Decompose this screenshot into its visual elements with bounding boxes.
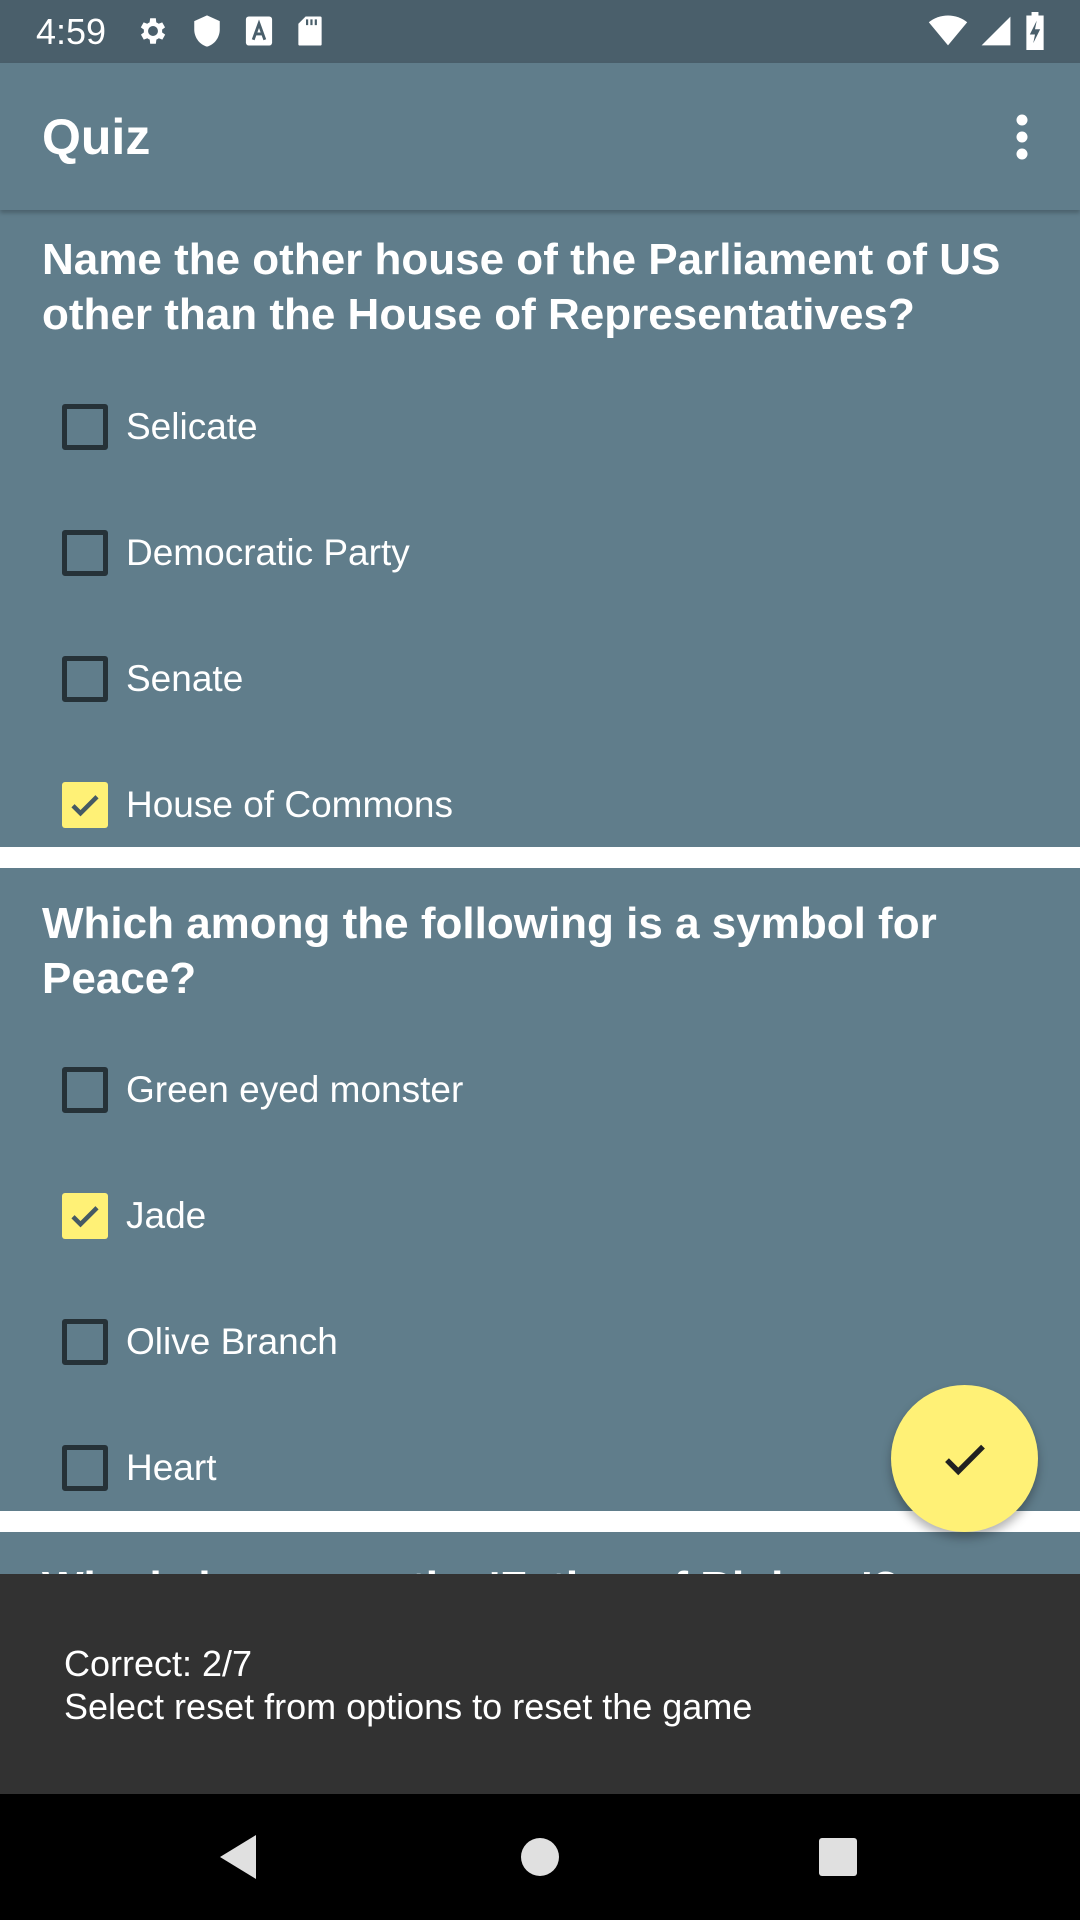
option-checkbox[interactable]: Democratic Party	[42, 508, 742, 598]
checkbox[interactable]	[62, 1319, 108, 1365]
option-label: Jade	[126, 1195, 207, 1236]
app-bar: Quiz	[0, 63, 1080, 210]
option-checkbox[interactable]: House of Commons	[42, 760, 742, 850]
checkbox-checked[interactable]	[62, 782, 108, 828]
option-label: Democratic Party	[126, 532, 410, 573]
check-icon	[71, 795, 99, 817]
option-checkbox[interactable]: Olive Branch	[42, 1297, 742, 1387]
snackbar-message: Correct: 2/7 Select reset from options t…	[64, 1642, 752, 1728]
question-text-partial: Who is known as the 'Father of Biology'?	[42, 1560, 1042, 1574]
submit-fab-button[interactable]	[891, 1385, 1038, 1532]
option-label: Selicate	[126, 406, 258, 447]
question-text: Name the other house of the Parliament o…	[42, 235, 1001, 339]
status-notification-icons	[136, 13, 324, 49]
signal-icon	[980, 15, 1012, 47]
gear-icon	[136, 14, 170, 48]
quiz-screen: 4:59 Quiz Name the other house of the Pa…	[0, 0, 1080, 1920]
option-checkbox[interactable]: Green eyed monster	[42, 1045, 742, 1135]
home-button[interactable]	[510, 1827, 570, 1887]
check-icon	[71, 1206, 99, 1228]
option-label: Olive Branch	[126, 1321, 338, 1362]
quiz-list[interactable]: Name the other house of the Parliament o…	[0, 210, 1080, 1574]
battery-charging-icon	[1024, 12, 1046, 50]
snackbar-hint: Select reset from options to reset the g…	[64, 1686, 753, 1727]
option-label: Heart	[126, 1447, 217, 1488]
app-title: Quiz	[42, 109, 151, 165]
checkbox[interactable]	[62, 1445, 108, 1491]
checkbox[interactable]	[62, 1067, 108, 1113]
more-vert-icon	[1016, 114, 1028, 160]
checkbox[interactable]	[62, 656, 108, 702]
home-icon	[521, 1838, 559, 1876]
checkbox-checked[interactable]	[62, 1193, 108, 1239]
snackbar-score: Correct: 2/7	[64, 1643, 253, 1684]
recents-icon	[819, 1838, 857, 1876]
font-a-icon	[244, 15, 274, 47]
status-bar: 4:59	[0, 0, 1080, 63]
snackbar: Correct: 2/7 Select reset from options t…	[0, 1574, 1080, 1794]
option-checkbox[interactable]: Senate	[42, 634, 742, 724]
option-checkbox[interactable]: Jade	[42, 1171, 742, 1261]
navigation-bar	[0, 1794, 1080, 1920]
shield-icon	[192, 14, 222, 48]
question-card: Who is known as the 'Father of Biology'?	[0, 1532, 1080, 1574]
back-button[interactable]	[208, 1827, 268, 1887]
question-text: Which among the following is a symbol fo…	[42, 899, 937, 1003]
back-icon	[220, 1835, 256, 1879]
status-system-icons	[928, 12, 1046, 50]
checkbox[interactable]	[62, 530, 108, 576]
wifi-icon	[928, 15, 968, 47]
check-icon	[944, 1444, 985, 1475]
option-label: House of Commons	[126, 784, 453, 825]
option-label: Green eyed monster	[126, 1069, 464, 1110]
option-label: Senate	[126, 658, 244, 699]
question-card: Name the other house of the Parliament o…	[0, 210, 1080, 847]
recents-button[interactable]	[808, 1827, 868, 1887]
option-checkbox[interactable]: Heart	[42, 1423, 742, 1513]
option-checkbox[interactable]: Selicate	[42, 382, 742, 472]
checkbox[interactable]	[62, 404, 108, 450]
sd-card-icon	[296, 15, 324, 47]
overflow-menu-button[interactable]	[982, 99, 1062, 175]
status-time: 4:59	[36, 11, 107, 52]
